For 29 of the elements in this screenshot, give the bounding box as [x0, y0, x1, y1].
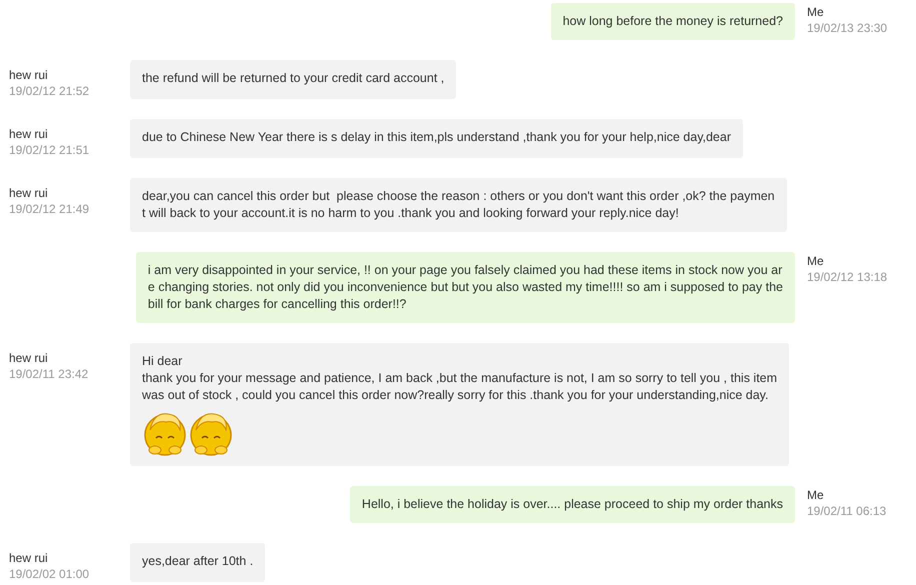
message-line: yes,dear after 10th . — [142, 553, 254, 570]
sender-name: hew rui — [9, 67, 49, 83]
message-line: t will back to your account.it is no harm to you .thank you and looking forward your reply.nice day! — [142, 205, 680, 222]
sender-name: Me — [807, 253, 825, 269]
message-line: i am very disappointed in your service, !! on your page you falsely claimed you had these items in stock now you ar — [148, 262, 783, 279]
message-time: 19/02/12 13:18 — [807, 269, 888, 285]
message-line: thank you for your message and patience, I am back ,but the manufacture is not, I am so sorry to tell you , this item — [142, 370, 778, 387]
message-line: due to Chinese New Year there is s delay in this item,pls understand ,thank you for your help,nice day,dear — [142, 129, 732, 146]
message-line: was out of stock , could you cancel this order now?really sorry for this .thank you for your understanding,nice day. — [142, 387, 770, 404]
sender-name: Me — [807, 4, 825, 20]
sender-name: hew rui — [9, 550, 49, 566]
message-line: the refund will be returned to your credit card account , — [142, 70, 444, 87]
message-time: 19/02/12 21:49 — [9, 201, 90, 217]
message-line: how long before the money is returned? — [562, 13, 783, 30]
message-line: Hello, i believe the holiday is over.... please proceed to ship my order thanks — [362, 496, 783, 513]
sender-name: hew rui — [9, 126, 49, 142]
message-time: 19/02/11 23:42 — [9, 366, 90, 382]
message-time: 19/02/13 23:30 — [807, 20, 888, 36]
sender-name: Me — [807, 487, 825, 503]
message-time: 19/02/02 01:00 — [9, 566, 90, 582]
message-line: dear,you can cancel this order but please choose the reason : others or you don't want this order ,ok? the paymen — [142, 188, 775, 205]
sender-name: hew rui — [9, 185, 49, 201]
sender-name: hew rui — [9, 350, 49, 366]
message-time: 19/02/12 21:51 — [9, 142, 90, 158]
message-line: bill for bank charges for cancelling this order!!? — [148, 296, 408, 313]
message-time: 19/02/12 21:52 — [9, 83, 90, 99]
message-time: 19/02/11 06:13 — [807, 503, 888, 519]
message-line: e changing stories. not only did you inconvenience but but you also wasted my time!!!! so am i supposed to pay the — [148, 279, 783, 296]
message-line: Hi dear — [142, 353, 184, 370]
